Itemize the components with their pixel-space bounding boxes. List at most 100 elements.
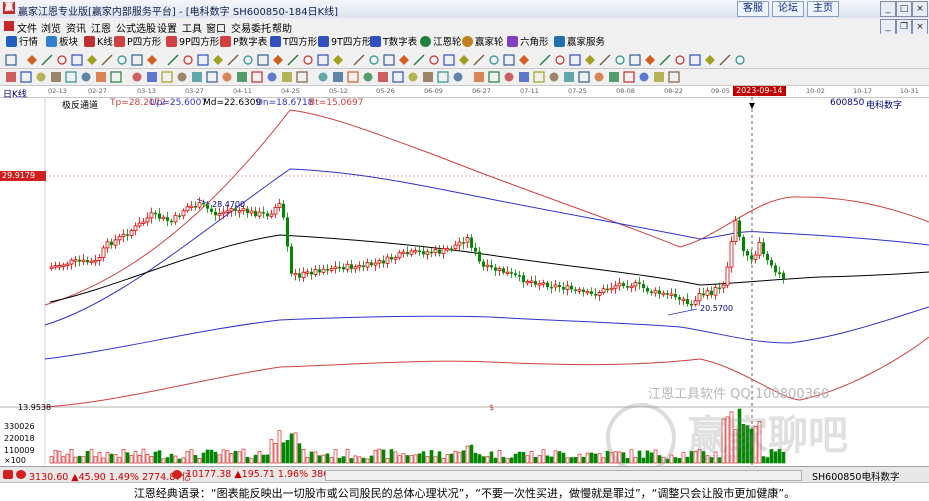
volume-bar (313, 451, 318, 464)
candle-body (766, 254, 769, 261)
homepage-button[interactable]: 主页 (807, 1, 839, 17)
horizontal-scrollbar[interactable] (325, 470, 802, 481)
grid-icon (6, 36, 17, 47)
candle-body (762, 242, 765, 255)
candle-body (690, 304, 693, 306)
menu-trade[interactable]: 交易委托 (231, 20, 271, 35)
menu-window[interactable]: 窗口 (206, 20, 226, 35)
candle-body (425, 251, 430, 255)
menu-browse[interactable]: 浏览 (41, 20, 61, 35)
volume-axis-label: 220018 (4, 434, 35, 443)
child-minimize-icon[interactable]: _ (880, 19, 896, 35)
close-icon[interactable]: × (912, 1, 928, 17)
kline-button[interactable]: K线 (84, 36, 113, 50)
candle-body (529, 280, 534, 283)
quotes-button[interactable]: 行情 (6, 36, 38, 50)
candle-body (430, 251, 433, 254)
candle-body (81, 259, 86, 262)
child-close-icon[interactable]: × (912, 19, 928, 35)
tool-icon (318, 72, 328, 82)
bottom-price-label: 13.9538 (18, 403, 52, 412)
date-tick: 04-25 (281, 87, 300, 95)
candle-body (145, 217, 150, 223)
tool-icon (555, 55, 565, 65)
volume-bar (441, 458, 446, 464)
menu-help[interactable]: 帮助 (272, 20, 292, 35)
winner-wheel-button[interactable]: 赢家轮 (462, 36, 504, 50)
p-square-button[interactable]: P四方形 (114, 36, 161, 50)
menu-gann[interactable]: 江恩 (91, 20, 111, 35)
minimize-icon[interactable]: _ (880, 1, 896, 17)
indicator-md: Md=22.6309 (203, 98, 262, 108)
volume-bar (557, 451, 562, 464)
volume-bar (157, 450, 162, 464)
menu-news[interactable]: 资讯 (66, 20, 86, 35)
volume-bar (373, 449, 378, 464)
t-number-table-button[interactable]: T数字表 (370, 36, 417, 50)
tool-icon (383, 54, 395, 66)
candle-body (73, 259, 78, 262)
9p-square-button[interactable]: 9P四方形 (166, 36, 219, 50)
candle-body (237, 210, 242, 213)
volume-bar (61, 456, 66, 464)
menu-tools[interactable]: 工具 (182, 20, 202, 35)
gann-wheel-button[interactable]: 江恩轮 (420, 36, 462, 50)
p-number-table-button[interactable]: P数字表 (220, 36, 267, 50)
maximize-icon[interactable]: □ (896, 1, 912, 17)
candle-body (57, 265, 62, 268)
menu-settings[interactable]: 设置 (157, 20, 177, 35)
customer-service-button[interactable]: 客服 (737, 1, 769, 17)
volume-axis-label: 330026 (4, 422, 35, 431)
md-line (49, 234, 929, 303)
t-square-button[interactable]: T四方形 (270, 36, 317, 50)
period-tool-icons[interactable] (0, 69, 929, 85)
candle-body (653, 290, 658, 294)
candle-body (298, 273, 301, 278)
candle-body (474, 247, 477, 252)
candle-body (770, 260, 773, 266)
winner-service-button[interactable]: 赢家服务 (554, 36, 605, 50)
menu-file[interactable]: 文件 (17, 20, 37, 35)
candle-body (746, 251, 749, 256)
tool-icon (474, 72, 484, 82)
volume-bar (125, 452, 130, 464)
drawing-tool-icons[interactable] (0, 52, 929, 68)
low-price-label: 20.5700 (700, 304, 734, 313)
tool-icon (615, 55, 625, 65)
candle-body (382, 260, 385, 264)
candle-body (254, 210, 257, 217)
date-tick: 02-27 (88, 87, 107, 95)
tool-icon (41, 54, 53, 66)
menu-formula[interactable]: 公式选股 (116, 20, 156, 35)
hexagon-button[interactable]: 六角形 (507, 36, 549, 50)
tool-icon (399, 55, 409, 65)
tool-icon (578, 71, 590, 83)
tool-icon (287, 54, 299, 66)
volume-bar (405, 455, 410, 464)
volume-bar (317, 455, 322, 464)
hexagon-icon (507, 36, 518, 47)
child-restore-icon[interactable]: ❐ (896, 19, 912, 35)
9t-square-button[interactable]: 9T四方形 (318, 36, 371, 50)
volume-bar (549, 456, 554, 464)
volume-bar (573, 457, 578, 464)
tool-icon (392, 71, 404, 83)
table-icon (370, 36, 381, 47)
tool-icon (645, 55, 655, 65)
tool-icon (668, 71, 680, 83)
volume-bar (545, 455, 550, 464)
candle-body (321, 268, 326, 273)
sector-button[interactable]: 板块 (46, 36, 78, 50)
candle-body (678, 297, 681, 300)
candle-body (433, 249, 438, 254)
volume-bar (161, 458, 166, 464)
candle-body (565, 285, 570, 290)
tool-icon (519, 72, 529, 82)
candle-body (594, 293, 597, 296)
volume-bar (505, 458, 510, 464)
candle-body (721, 284, 726, 289)
forum-button[interactable]: 论坛 (772, 1, 804, 17)
title-bar: 赢 赢家江恩专业版[赢家内部服务平台] - [电科数字 SH600850-184… (0, 0, 929, 19)
volume-bar (437, 451, 442, 464)
candle-body (293, 272, 298, 276)
